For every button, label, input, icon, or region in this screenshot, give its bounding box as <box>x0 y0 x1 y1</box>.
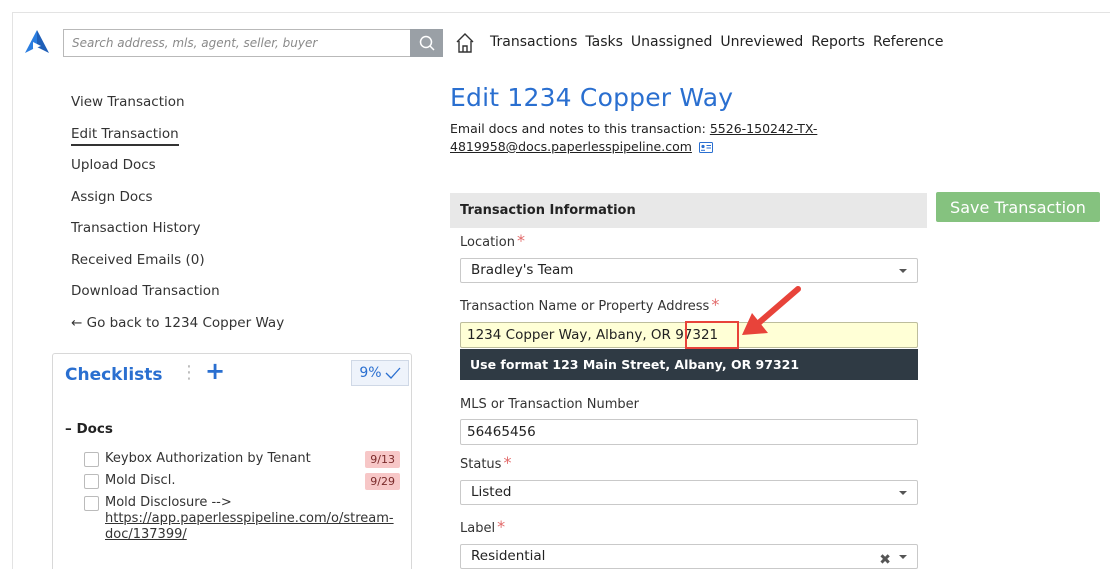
checklist-checkbox[interactable] <box>84 496 99 511</box>
status-value: Listed <box>471 484 512 500</box>
sidebar-nav: View Transaction Edit Transaction Upload… <box>71 91 421 343</box>
more-options-icon[interactable]: ⋮ <box>180 364 198 382</box>
location-label-text: Location <box>460 235 515 250</box>
clear-icon[interactable]: ✖ <box>879 549 891 569</box>
checklist-checkbox[interactable] <box>84 474 99 489</box>
label-label-text: Label <box>460 521 496 536</box>
checklist-item: Mold Discl. 9/29 <box>84 473 400 490</box>
sidebar-item-transaction-history[interactable]: Transaction History <box>71 217 421 249</box>
label-label: Label * <box>460 519 505 537</box>
sidebar-item-received-emails[interactable]: Received Emails (0) <box>71 249 421 281</box>
save-transaction-button[interactable]: Save Transaction <box>936 192 1100 222</box>
mls-value: 56465456 <box>467 424 536 440</box>
search-icon <box>419 35 435 51</box>
main-nav: Transactions Tasks Unassigned Unreviewed… <box>490 34 943 50</box>
chevron-down-icon <box>899 491 907 495</box>
search-box <box>63 29 423 57</box>
add-checklist-button[interactable]: + <box>205 359 225 383</box>
nav-reports[interactable]: Reports <box>811 34 865 50</box>
required-marker: * <box>503 453 512 472</box>
label-value: Residential <box>471 548 546 564</box>
chevron-down-icon <box>899 269 907 273</box>
checklist-item-label[interactable]: Mold Discl. <box>105 473 357 489</box>
email-prefix: Email docs and notes to this transaction… <box>450 121 706 136</box>
address-value: 1234 Copper Way, Albany, OR 97321 <box>467 327 719 343</box>
checklist-item-label[interactable]: Keybox Authorization by Tenant <box>105 451 357 467</box>
checklist-progress-badge[interactable]: 9% <box>351 360 409 386</box>
contact-card-icon[interactable] <box>698 142 713 153</box>
search-input[interactable] <box>64 30 423 56</box>
checklist-checkbox[interactable] <box>84 452 99 467</box>
location-label: Location * <box>460 233 525 251</box>
main-content: Edit 1234 Copper Way Email docs and note… <box>450 83 1110 569</box>
checklist-item-link[interactable]: https://app.paperlesspipeline.com/o/stre… <box>105 511 394 542</box>
checklist-item: Mold Disclosure --> https://app.paperles… <box>84 495 400 543</box>
chevron-down-icon <box>899 555 907 559</box>
search-button[interactable] <box>410 29 443 57</box>
checklist-items: Keybox Authorization by Tenant 9/13 Mold… <box>84 451 400 548</box>
label-select[interactable]: Residential ✖ <box>460 544 918 569</box>
checklists-title: Checklists <box>65 365 163 385</box>
mls-input[interactable]: 56465456 <box>460 419 918 445</box>
due-date-badge: 9/13 <box>365 451 400 468</box>
required-marker: * <box>516 231 525 250</box>
nav-tasks[interactable]: Tasks <box>585 34 623 50</box>
top-bar: Transactions Tasks Unassigned Unreviewed… <box>13 13 1110 71</box>
checklist-percent: 9% <box>359 365 382 381</box>
due-date-badge: 9/29 <box>365 473 400 490</box>
nav-transactions[interactable]: Transactions <box>490 34 577 50</box>
sidebar-item-download-transaction[interactable]: Download Transaction <box>71 280 421 312</box>
arrow-annotation-icon <box>742 286 801 335</box>
sidebar-item-go-back[interactable]: ← Go back to 1234 Copper Way <box>71 312 421 344</box>
location-value: Bradley's Team <box>471 262 574 278</box>
page-title: Edit 1234 Copper Way <box>450 83 734 112</box>
home-icon[interactable] <box>455 32 475 54</box>
status-select[interactable]: Listed <box>460 480 918 505</box>
required-marker: * <box>711 295 720 314</box>
app-logo-icon[interactable] <box>24 29 50 55</box>
address-format-hint: Use format 123 Main Street, Albany, OR 9… <box>460 349 918 380</box>
section-header: Transaction Information <box>450 193 927 228</box>
zip-highlight-box <box>685 321 739 349</box>
status-label: Status * <box>460 455 511 473</box>
checklist-item: Keybox Authorization by Tenant 9/13 <box>84 451 400 468</box>
address-label-text: Transaction Name or Property Address <box>460 299 710 314</box>
checklist-group-docs[interactable]: – Docs <box>65 421 113 437</box>
sidebar-item-assign-docs[interactable]: Assign Docs <box>71 186 421 218</box>
mls-label: MLS or Transaction Number <box>460 397 639 412</box>
sidebar-item-view-transaction[interactable]: View Transaction <box>71 91 421 123</box>
checklist-item-text: Mold Disclosure --> <box>105 495 232 510</box>
required-marker: * <box>497 517 506 536</box>
status-label-text: Status <box>460 457 502 472</box>
checklist-item-label[interactable]: Mold Disclosure --> https://app.paperles… <box>105 495 400 543</box>
location-select[interactable]: Bradley's Team <box>460 258 918 283</box>
check-icon <box>385 367 401 379</box>
email-instructions: Email docs and notes to this transaction… <box>450 120 900 156</box>
nav-unreviewed[interactable]: Unreviewed <box>720 34 803 50</box>
nav-unassigned[interactable]: Unassigned <box>631 34 712 50</box>
app-window: Transactions Tasks Unassigned Unreviewed… <box>12 12 1110 569</box>
sidebar-item-upload-docs[interactable]: Upload Docs <box>71 154 421 186</box>
nav-reference[interactable]: Reference <box>873 34 944 50</box>
sidebar-item-edit-transaction[interactable]: Edit Transaction <box>71 123 421 155</box>
checklists-panel: Checklists ⋮ + 9% – Docs Keybox Authoriz… <box>52 353 412 569</box>
address-label: Transaction Name or Property Address * <box>460 297 719 315</box>
